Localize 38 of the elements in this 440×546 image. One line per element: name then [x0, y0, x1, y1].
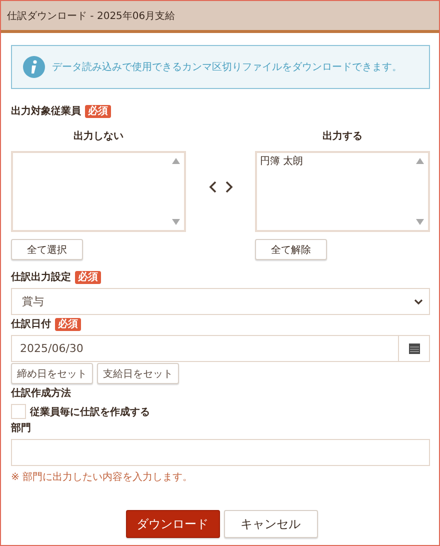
- scroll-down-icon[interactable]: [416, 219, 424, 225]
- info-message: データ読み込みで使用できるカンマ区切りファイルをダウンロードできます。: [52, 60, 402, 74]
- dropdown-value: 賞与: [22, 294, 44, 309]
- window-title: 仕訳ダウンロード - 2025年06月支給: [7, 10, 176, 22]
- employee-listbox[interactable]: 円簿 太朗: [255, 151, 430, 232]
- required-badge: 必須: [85, 104, 111, 118]
- set-date-button[interactable]: 締め日をセット: [11, 363, 93, 384]
- select-all-button[interactable]: 全て解除: [255, 239, 327, 260]
- field-label: 仕訳日付: [11, 318, 51, 331]
- required-badge: 必須: [75, 270, 101, 284]
- employee-item[interactable]: 円簿 太朗: [257, 153, 306, 169]
- calendar-button[interactable]: [398, 335, 430, 362]
- field-label: 仕訳出力設定: [11, 270, 71, 284]
- column-heading: 出力しない: [72, 130, 124, 143]
- hint-text: ※ 部門に出力したい内容を入力します。: [11, 470, 194, 484]
- scroll-down-icon[interactable]: [172, 219, 180, 225]
- field-label: 出力対象従業員: [11, 104, 81, 118]
- checkbox[interactable]: [11, 404, 26, 419]
- field-label: 仕訳作成方法: [11, 386, 71, 400]
- checkbox-label: 従業員毎に仕訳を作成する: [30, 406, 150, 418]
- employee-listbox[interactable]: [11, 151, 186, 232]
- calendar-icon: [408, 343, 420, 354]
- dropdown[interactable]: 賞与: [11, 288, 430, 315]
- column-heading: 出力する: [322, 130, 364, 143]
- scroll-up-icon[interactable]: [172, 158, 180, 164]
- chevron-down-icon: [414, 298, 423, 304]
- move-left-icon[interactable]: [208, 181, 216, 193]
- select-all-button[interactable]: 全て選択: [11, 239, 83, 260]
- cancel-button[interactable]: キャンセル: [224, 510, 318, 538]
- download-button[interactable]: ダウンロード: [126, 510, 220, 538]
- required-badge: 必須: [55, 318, 81, 330]
- set-date-button[interactable]: 支給日をセット: [97, 363, 179, 384]
- info-icon: [23, 56, 45, 78]
- move-right-icon[interactable]: [224, 181, 232, 193]
- scroll-up-icon[interactable]: [416, 158, 424, 164]
- field-label: 部門: [11, 422, 31, 435]
- department-field[interactable]: [11, 439, 430, 466]
- date-field[interactable]: 2025/06/30: [11, 335, 398, 362]
